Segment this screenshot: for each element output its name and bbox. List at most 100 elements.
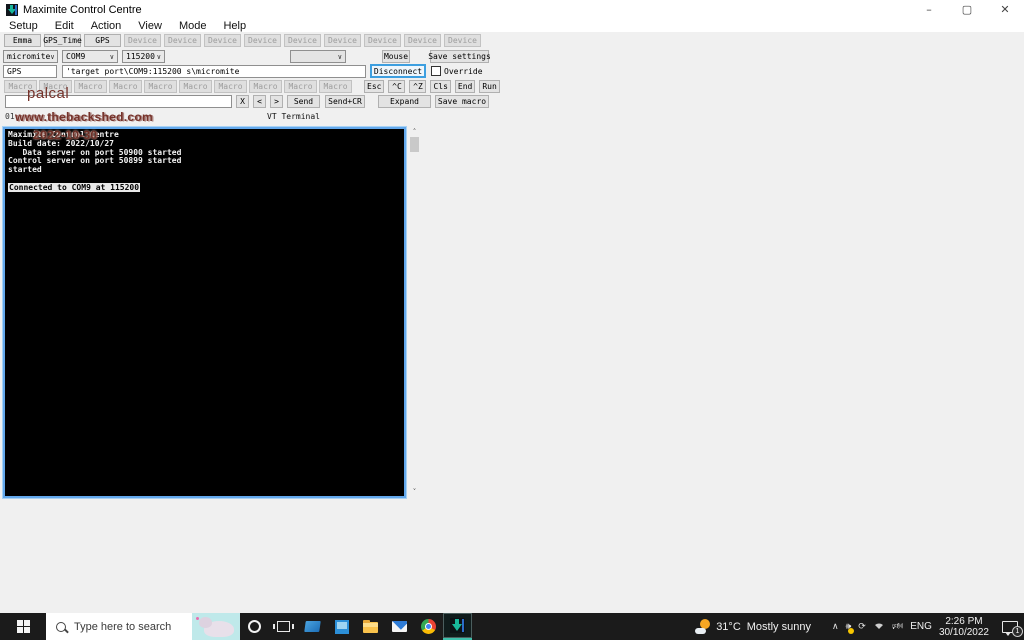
cls-button[interactable]: Cls — [430, 80, 450, 93]
tab-gps[interactable]: GPS — [84, 34, 121, 47]
save-settings-button[interactable]: Save settings — [430, 50, 489, 63]
menu-setup[interactable]: Setup — [5, 20, 42, 32]
key-button-row: Esc ^C ^Z Cls End Run — [364, 80, 500, 93]
menu-view[interactable]: View — [134, 20, 166, 32]
search-highlight-image[interactable] — [192, 613, 240, 640]
cortana-button[interactable] — [240, 613, 269, 640]
send-button[interactable]: Send — [287, 95, 320, 108]
weather-condition: Mostly sunny — [747, 621, 811, 633]
maximite-icon — [450, 618, 465, 633]
command-row: Disconnect Override — [0, 65, 1024, 78]
line-number: 01 — [5, 112, 15, 121]
ctrl-c-button[interactable]: ^C — [388, 80, 405, 93]
watermark-site: www.thebackshed.com — [15, 110, 153, 124]
terminal-line: started — [8, 166, 401, 175]
target-command-field[interactable] — [62, 65, 366, 78]
tab-device-5: Device — [284, 34, 321, 47]
minimize-button[interactable]: – — [910, 0, 948, 19]
task-view-icon — [277, 621, 290, 632]
prev-button[interactable]: < — [253, 95, 266, 108]
menu-action[interactable]: Action — [87, 20, 126, 32]
task-view-button[interactable] — [269, 613, 298, 640]
scrollbar-thumb[interactable] — [410, 137, 419, 152]
taskbar-icons — [240, 613, 472, 640]
terminal-line: Control server on port 50899 started — [8, 157, 401, 166]
folder-icon — [363, 622, 378, 633]
chevron-down-icon: ∨ — [157, 53, 161, 61]
search-icon — [56, 622, 66, 632]
network-icon[interactable] — [873, 620, 885, 633]
update-tray-icon[interactable]: ⟳ — [858, 622, 866, 632]
tab-device-8: Device — [404, 34, 441, 47]
override-checkbox[interactable] — [431, 66, 441, 76]
weather-icon — [695, 619, 710, 634]
weather-temp: 31°C — [716, 621, 741, 633]
volume-mixer-icon[interactable]: 🕪 — [846, 622, 852, 632]
app-photos-button[interactable] — [327, 613, 356, 640]
mouse-button[interactable]: Mouse — [382, 50, 410, 63]
start-button[interactable] — [0, 613, 46, 640]
device-type-select[interactable]: micromite∨ — [3, 50, 58, 63]
next-button[interactable]: > — [270, 95, 283, 108]
macro-button-5: Macro — [144, 80, 177, 93]
file-explorer-button[interactable] — [356, 613, 385, 640]
device-name-field[interactable] — [3, 65, 57, 78]
taskbar-search[interactable]: Type here to search — [46, 613, 240, 640]
laptop-icon — [304, 621, 321, 632]
override-label: Override — [444, 67, 483, 76]
title-bar: Maximite Control Centre – ▢ ✕ — [0, 0, 1024, 19]
send-row: X < > Send Send+CR Expand Save macro — [0, 95, 1024, 108]
macro-button-10: Macro — [319, 80, 352, 93]
chrome-button[interactable] — [414, 613, 443, 640]
menu-mode[interactable]: Mode — [175, 20, 211, 32]
clear-button[interactable]: X — [236, 95, 249, 108]
run-button[interactable]: Run — [479, 80, 499, 93]
macro-button-7: Macro — [214, 80, 247, 93]
scroll-down-icon[interactable]: ˅ — [410, 488, 419, 496]
scroll-up-icon[interactable]: ˄ — [410, 128, 419, 136]
vt-terminal-output[interactable]: 2022-10-30 Maximite Control Centre Build… — [3, 127, 406, 498]
maximize-button[interactable]: ▢ — [948, 0, 986, 19]
weather-widget[interactable]: 31°C Mostly sunny — [695, 619, 811, 634]
watermark-username: palcal — [27, 85, 69, 102]
menu-edit[interactable]: Edit — [51, 20, 78, 32]
macro-button-4: Macro — [109, 80, 142, 93]
save-macro-button[interactable]: Save macro — [435, 95, 489, 108]
tab-device-2: Device — [164, 34, 201, 47]
mail-button[interactable] — [385, 613, 414, 640]
app-laptop-button[interactable] — [298, 613, 327, 640]
expand-button[interactable]: Expand — [378, 95, 431, 108]
close-button[interactable]: ✕ — [986, 0, 1024, 19]
extra-select[interactable]: ∨ — [290, 50, 346, 63]
hidden-icons-chevron-icon[interactable]: ∧ — [832, 622, 839, 632]
disconnect-button[interactable]: Disconnect — [370, 64, 426, 78]
tab-gps-time[interactable]: GPS_Time — [44, 34, 81, 47]
send-cr-button[interactable]: Send+CR — [325, 95, 365, 108]
watermark-date: 2022-10-30 — [33, 128, 97, 142]
ctrl-z-button[interactable]: ^Z — [409, 80, 426, 93]
end-button[interactable]: End — [455, 80, 475, 93]
menu-help[interactable]: Help — [219, 20, 250, 32]
chevron-down-icon: ∨ — [338, 53, 342, 61]
macro-button-6: Macro — [179, 80, 212, 93]
tab-emma[interactable]: Emma — [4, 34, 41, 47]
macro-button-9: Macro — [284, 80, 317, 93]
com-port-select[interactable]: COM9∨ — [62, 50, 118, 63]
maximite-app-button[interactable] — [443, 613, 472, 640]
tab-device-6: Device — [324, 34, 361, 47]
action-center-icon[interactable]: 1 — [1002, 621, 1018, 633]
terminal-scrollbar[interactable]: ˄ ˅ — [409, 128, 420, 496]
speaker-icon[interactable]: 🕬 — [892, 619, 903, 635]
esc-button[interactable]: Esc — [364, 80, 384, 93]
cortana-icon — [248, 620, 261, 633]
language-indicator[interactable]: ENG — [910, 621, 932, 632]
tab-device-3: Device — [204, 34, 241, 47]
chevron-down-icon: ∨ — [110, 53, 114, 61]
clock[interactable]: 2:26 PM 30/10/2022 — [939, 616, 989, 638]
taskbar: Type here to search 31°C Mostly sunny — [0, 613, 1024, 640]
baud-rate-select[interactable]: 115200∨ — [122, 50, 165, 63]
chevron-down-icon: ∨ — [50, 53, 54, 61]
tab-device-9: Device — [444, 34, 481, 47]
clock-time: 2:26 PM — [939, 616, 989, 627]
tab-device-7: Device — [364, 34, 401, 47]
